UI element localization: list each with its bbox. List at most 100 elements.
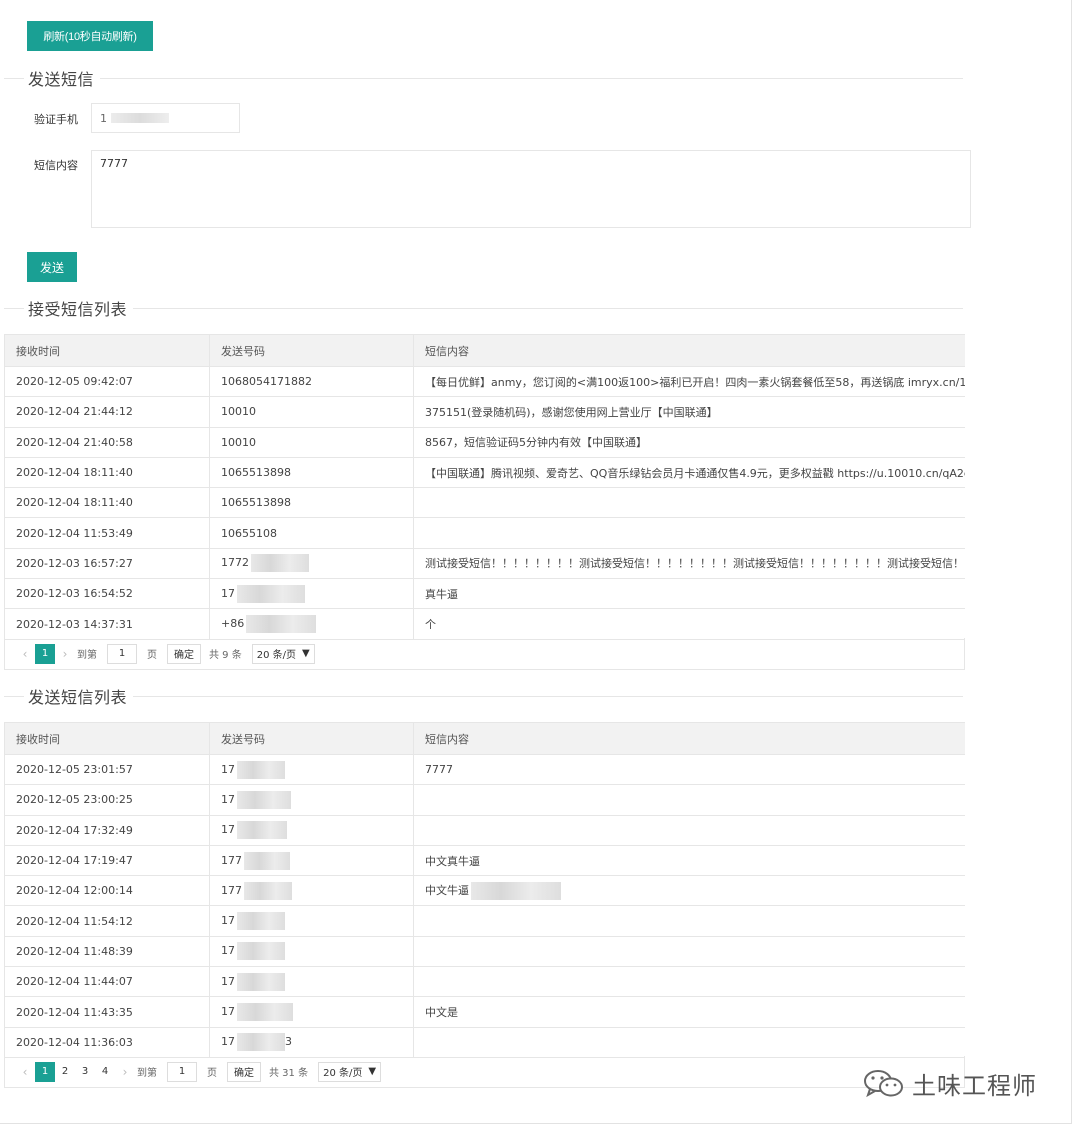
table-row: 2020-12-04 21:40:58 10010 8567，短信验证码5分钟内有效…	[4, 426, 965, 458]
cell-sender: 10655108	[209, 517, 414, 549]
cell-content: 8567，短信验证码5分钟内有效【中国联通】	[413, 426, 965, 458]
masked-number	[237, 790, 291, 809]
table-row: 2020-12-04 18:11:40 1065513898	[4, 487, 965, 519]
received-table: 接收时间 发送号码 短信内容 2020-12-05 09:42:07 106805…	[4, 334, 965, 640]
cell-time: 2020-12-04 11:48:39	[4, 935, 210, 968]
cell-time: 2020-12-04 11:36:03	[4, 1026, 210, 1058]
cell-sender: +86	[209, 608, 414, 640]
sent-section-title: 发送短信列表	[4, 686, 963, 707]
table-header: 接收时间 发送号码 短信内容	[4, 334, 965, 367]
cell-sender: 17 3	[209, 1026, 414, 1058]
masked-number	[237, 584, 305, 603]
send-button[interactable]: 发送	[27, 252, 77, 282]
col-received-time: 接收时间	[4, 334, 210, 367]
cell-time: 2020-12-04 11:43:35	[4, 996, 210, 1028]
cell-sender: 17	[209, 784, 414, 816]
table-row: 2020-12-04 11:36:03 17 3	[4, 1026, 965, 1058]
confirm-button[interactable]: 确定	[227, 1061, 261, 1082]
table-row: 2020-12-04 11:43:35 17 中文是	[4, 996, 965, 1028]
cell-content	[413, 517, 965, 549]
masked-number	[237, 912, 285, 931]
masked-text	[471, 881, 561, 900]
cell-time: 2020-12-04 11:44:07	[4, 966, 210, 998]
page-button[interactable]: 4	[95, 1062, 115, 1082]
cell-time: 2020-12-04 17:32:49	[4, 814, 210, 846]
cell-sender: 10010	[209, 396, 414, 428]
next-page-icon[interactable]: ›	[115, 1065, 135, 1079]
cell-sender: 177	[209, 875, 414, 907]
per-page-select[interactable]: 20 条/页 ▼	[318, 1061, 382, 1082]
masked-number	[237, 821, 287, 840]
masked-number	[237, 1033, 285, 1052]
masked-number	[246, 615, 317, 634]
table-row: 2020-12-03 16:57:27 1772 测试接受短信！！！！！！！！测试接…	[4, 547, 965, 580]
prev-page-icon[interactable]: ‹	[15, 1065, 35, 1079]
cell-time: 2020-12-05 23:00:25	[4, 784, 210, 816]
masked-number	[244, 851, 290, 870]
cell-content	[413, 935, 965, 968]
cell-sender: 17	[209, 935, 414, 968]
sent-table: 接收时间 发送号码 短信内容 2020-12-05 23:01:57 17 7777…	[4, 722, 965, 1058]
masked-number	[237, 942, 285, 961]
cell-time: 2020-12-04 11:54:12	[4, 905, 210, 937]
table-row: 2020-12-04 17:19:47 177 中文真牛逼	[4, 844, 965, 877]
table-row: 2020-12-04 18:11:40 1065513898 【中国联通】腾讯视频、…	[4, 456, 965, 489]
cell-time: 2020-12-03 14:37:31	[4, 608, 210, 640]
cell-sender: 1068054171882	[209, 365, 414, 398]
cell-content: 真牛逼	[413, 578, 965, 610]
col-content: 短信内容	[413, 722, 965, 755]
table-row: 2020-12-04 12:00:14 177 中文牛逼	[4, 875, 965, 907]
col-sender: 发送号码	[209, 722, 414, 755]
page-unit: 页	[207, 1068, 217, 1079]
cell-content	[413, 905, 965, 937]
refresh-button[interactable]: 刷新(10秒自动刷新)	[27, 21, 153, 51]
next-page-icon[interactable]: ›	[55, 647, 75, 661]
cell-time: 2020-12-04 18:11:40	[4, 487, 210, 519]
goto-input[interactable]: 1	[107, 643, 137, 664]
page-unit: 页	[147, 650, 157, 661]
watermark: 土味工程师	[862, 1066, 1037, 1101]
page-button[interactable]: 2	[55, 1062, 75, 1082]
table-header: 接收时间 发送号码 短信内容	[4, 722, 965, 755]
content-label: 短信内容	[34, 159, 78, 172]
page-button[interactable]: 1	[35, 643, 55, 664]
masked-number	[237, 1003, 293, 1022]
cell-content: 中文真牛逼	[413, 844, 965, 877]
page-button[interactable]: 3	[75, 1062, 95, 1082]
total-count: 共 9 条	[209, 650, 242, 661]
chevron-down-icon: ▼	[302, 648, 310, 659]
cell-sender: 17	[209, 966, 414, 998]
col-sender: 发送号码	[209, 334, 414, 367]
table-row: 2020-12-03 14:37:31 +86 个	[4, 608, 965, 640]
masked-number	[244, 881, 292, 900]
table-row: 2020-12-03 16:54:52 17 真牛逼	[4, 578, 965, 610]
received-section-title: 接受短信列表	[4, 298, 963, 319]
prev-page-icon[interactable]: ‹	[15, 647, 35, 661]
cell-sender: 17	[209, 905, 414, 937]
cell-time: 2020-12-05 23:01:57	[4, 753, 210, 786]
confirm-button[interactable]: 确定	[167, 643, 201, 664]
page-button[interactable]: 1	[35, 1061, 55, 1082]
masked-number	[237, 972, 285, 991]
table-row: 2020-12-04 11:48:39 17	[4, 935, 965, 968]
table-row: 2020-12-05 23:01:57 17 7777	[4, 753, 965, 786]
per-page-select[interactable]: 20 条/页 ▼	[251, 643, 315, 664]
cell-sender: 10010	[209, 426, 414, 458]
table-row: 2020-12-04 21:44:12 10010 375151(登录随机码)，感谢…	[4, 396, 965, 428]
cell-content	[413, 814, 965, 846]
cell-time: 2020-12-04 11:53:49	[4, 517, 210, 549]
goto-label: 到第	[77, 650, 97, 661]
table-row: 2020-12-04 11:44:07 17	[4, 966, 965, 998]
goto-input[interactable]: 1	[167, 1061, 197, 1082]
table-row: 2020-12-04 17:32:49 17	[4, 814, 965, 846]
content-textarea[interactable]: 7777	[91, 150, 971, 228]
cell-content: 【每日优鲜】anmy，您订阅的<满100返100>福利已开启！四肉一素火锅套餐低…	[413, 365, 965, 398]
table-row: 2020-12-05 09:42:07 1068054171882 【每日优鲜】an…	[4, 365, 965, 398]
phone-label: 验证手机	[34, 113, 78, 126]
send-section-title: 发送短信	[4, 68, 963, 89]
table-row: 2020-12-05 23:00:25 17	[4, 784, 965, 816]
cell-content	[413, 1026, 965, 1058]
cell-content: 【中国联通】腾讯视频、爱奇艺、QQ音乐绿钻会员月卡通通仅售4.9元，更多权益戳 …	[413, 456, 965, 489]
cell-time: 2020-12-04 12:00:14	[4, 875, 210, 907]
phone-input[interactable]: 1	[91, 103, 240, 133]
